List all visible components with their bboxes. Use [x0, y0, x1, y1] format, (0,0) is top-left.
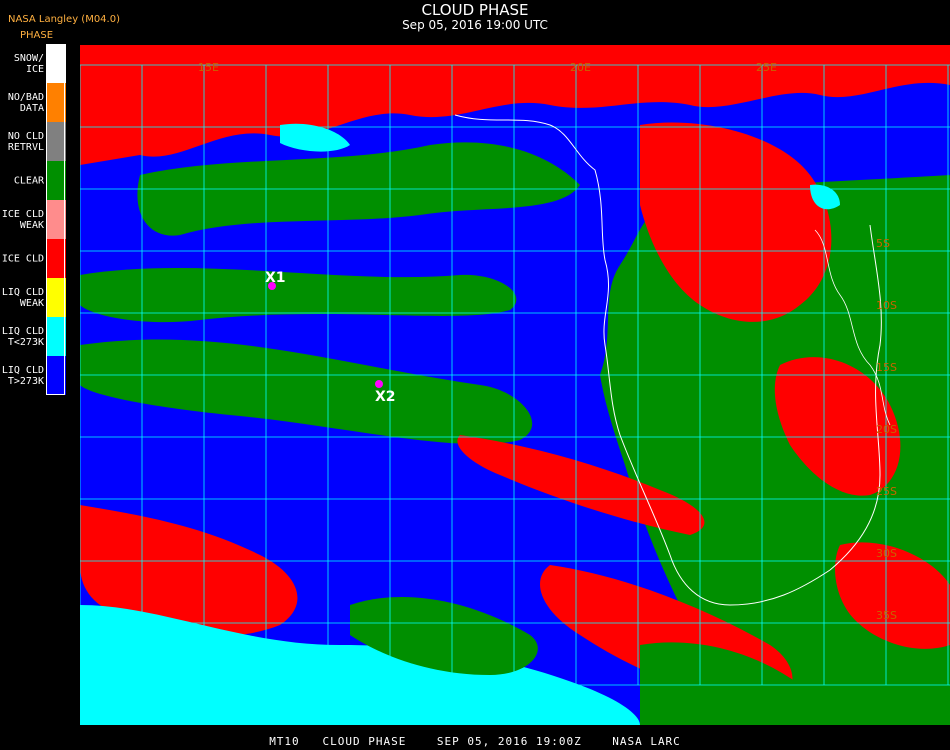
longitude-label: 25E	[756, 61, 777, 74]
longitude-label: 20E	[570, 61, 591, 74]
site-marker-label: X1	[265, 270, 286, 286]
legend-swatch	[47, 122, 66, 161]
legend-item: NO CLD RETRVL	[0, 122, 68, 161]
legend-item: CLEAR	[0, 161, 68, 200]
latitude-label: 20S	[876, 423, 897, 436]
latitude-label: 25S	[876, 485, 897, 498]
latitude-label: 35S	[876, 609, 897, 622]
legend-item-label: LIQ CLD T<273K	[1, 325, 44, 348]
legend-item: SNOW/ ICE	[0, 44, 68, 83]
legend-item-label: ICE CLD WEAK	[1, 208, 44, 231]
legend-swatch	[47, 278, 66, 317]
legend-item: LIQ CLD T>273K	[0, 356, 68, 395]
legend-swatch	[47, 161, 66, 200]
legend-item-label: NO/BAD DATA	[7, 91, 44, 114]
map-canvas[interactable]: 5S 10S 15S 20S 25S 30S 35S 15E 20E 25E X1 X2	[80, 45, 950, 725]
legend-item-label: ICE CLD	[1, 253, 44, 264]
legend-item: LIQ CLD WEAK	[0, 278, 68, 317]
site-marker-label: X2	[375, 389, 396, 405]
legend-swatch	[47, 239, 66, 278]
site-marker-dot	[375, 380, 383, 388]
legend-item-label: LIQ CLD WEAK	[1, 286, 44, 309]
legend-swatch	[47, 83, 66, 122]
legend-item-label: LIQ CLD T>273K	[1, 364, 44, 387]
legend-swatch	[47, 200, 66, 239]
latitude-label: 10S	[876, 299, 897, 312]
legend-item: LIQ CLD T<273K	[0, 317, 68, 356]
cloud-phase-map[interactable]: 5S 10S 15S 20S 25S 30S 35S 15E 20E 25E X1 X2	[80, 45, 950, 725]
legend-item: NO/BAD DATA	[0, 83, 68, 122]
phase-legend: SNOW/ ICE NO/BAD DATA NO CLD RETRVL CLEAR IC…	[0, 44, 68, 395]
latitude-label: 5S	[876, 237, 890, 250]
legend-item-label: CLEAR	[13, 175, 44, 186]
legend-swatch	[47, 356, 66, 395]
datetime-label: Sep 05, 2016 19:00 UTC	[402, 18, 548, 32]
legend-swatch	[47, 317, 66, 356]
legend-item: ICE CLD	[0, 239, 68, 278]
legend-swatch	[47, 44, 66, 83]
longitude-label: 15E	[198, 61, 219, 74]
legend-item-label: SNOW/ ICE	[13, 52, 44, 75]
latitude-label: 15S	[876, 361, 897, 374]
footer-caption: MT10 CLOUD PHASE SEP 05, 2016 19:00Z NAS…	[269, 735, 681, 748]
latitude-label: 30S	[876, 547, 897, 560]
page-title: CLOUD PHASE	[421, 1, 529, 19]
cloud-region	[80, 267, 517, 323]
legend-item: ICE CLD WEAK	[0, 200, 68, 239]
legend-item-label: NO CLD RETRVL	[7, 130, 44, 153]
